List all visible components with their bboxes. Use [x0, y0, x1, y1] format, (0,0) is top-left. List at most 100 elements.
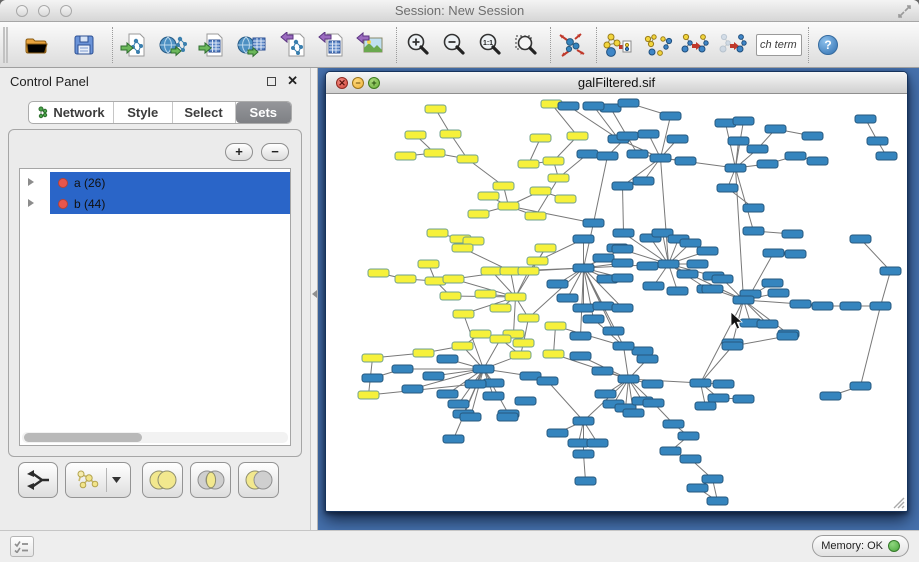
network-node[interactable]	[597, 152, 618, 160]
help-button[interactable]: ?	[818, 35, 838, 55]
network-node[interactable]	[680, 239, 701, 247]
network-node[interactable]	[612, 245, 633, 253]
network-node[interactable]	[592, 367, 613, 375]
open-session-button[interactable]	[20, 28, 52, 62]
create-network-from-set-button[interactable]	[65, 462, 131, 498]
network-node[interactable]	[510, 351, 531, 359]
network-node[interactable]	[867, 137, 888, 145]
network-node[interactable]	[785, 152, 806, 160]
split-set-button[interactable]	[18, 462, 58, 498]
network-node[interactable]	[535, 244, 556, 252]
network-node[interactable]	[452, 342, 473, 350]
network-frame[interactable]: ✕ − + galFiltered.sif	[325, 71, 908, 512]
network-node[interactable]	[545, 322, 566, 330]
network-node[interactable]	[395, 275, 416, 283]
network-node[interactable]	[443, 275, 464, 283]
network-node[interactable]	[618, 99, 639, 107]
network-node[interactable]	[612, 274, 633, 282]
network-node[interactable]	[483, 392, 504, 400]
network-node[interactable]	[660, 447, 681, 455]
network-edge[interactable]	[861, 239, 891, 271]
network-node[interactable]	[577, 150, 598, 158]
network-node[interactable]	[763, 249, 784, 257]
network-node[interactable]	[650, 154, 671, 162]
new-network-selected-nodes-button[interactable]	[680, 28, 712, 62]
network-edge[interactable]	[736, 168, 754, 231]
network-node[interactable]	[468, 210, 489, 218]
network-node[interactable]	[543, 350, 564, 358]
network-node[interactable]	[595, 390, 616, 398]
zoom-actual-size-button[interactable]: 1:1	[474, 28, 506, 62]
network-node[interactable]	[573, 235, 594, 243]
network-node[interactable]	[583, 102, 604, 110]
network-node[interactable]	[812, 302, 833, 310]
network-node[interactable]	[478, 192, 499, 200]
export-table-button[interactable]	[316, 28, 348, 62]
list-item[interactable]: b (44)	[20, 193, 290, 214]
network-node[interactable]	[678, 432, 699, 440]
memory-status-button[interactable]: Memory: OK	[812, 535, 909, 557]
network-node[interactable]	[457, 155, 478, 163]
network-node[interactable]	[777, 332, 798, 340]
network-node[interactable]	[658, 260, 679, 268]
network-node[interactable]	[643, 282, 664, 290]
network-node[interactable]	[368, 269, 389, 277]
network-node[interactable]	[543, 157, 564, 165]
network-node[interactable]	[675, 157, 696, 165]
network-node[interactable]	[697, 247, 718, 255]
export-network-button[interactable]	[278, 28, 310, 62]
network-edge[interactable]	[611, 108, 638, 154]
close-panel-icon[interactable]: ✕	[287, 73, 298, 89]
network-node[interactable]	[637, 355, 658, 363]
network-node[interactable]	[573, 417, 594, 425]
zoom-in-button[interactable]	[402, 28, 434, 62]
expand-triangle-icon[interactable]	[28, 178, 34, 186]
network-view[interactable]	[326, 95, 907, 511]
network-frame-titlebar[interactable]: ✕ − + galFiltered.sif	[326, 72, 907, 94]
network-node[interactable]	[505, 293, 526, 301]
network-node[interactable]	[728, 137, 749, 145]
network-node[interactable]	[425, 105, 446, 113]
network-edge[interactable]	[661, 158, 736, 168]
fullscreen-icon[interactable]	[898, 5, 911, 18]
network-node[interactable]	[743, 204, 764, 212]
network-node[interactable]	[612, 304, 633, 312]
network-edge[interactable]	[509, 206, 594, 223]
network-node[interactable]	[570, 352, 591, 360]
tab-sets[interactable]: Sets	[236, 102, 291, 123]
network-node[interactable]	[537, 377, 558, 385]
list-item[interactable]: a (26)	[20, 172, 290, 193]
tab-style[interactable]: Style	[114, 102, 173, 123]
network-node[interactable]	[762, 279, 783, 287]
import-network-file-button[interactable]	[118, 28, 150, 62]
network-node[interactable]	[362, 374, 383, 382]
network-edge[interactable]	[624, 346, 629, 379]
network-node[interactable]	[680, 455, 701, 463]
network-node[interactable]	[593, 254, 614, 262]
network-node[interactable]	[807, 157, 828, 165]
network-node[interactable]	[855, 115, 876, 123]
network-node[interactable]	[790, 300, 811, 308]
network-node[interactable]	[530, 187, 551, 195]
tab-select[interactable]: Select	[173, 102, 236, 123]
network-node[interactable]	[424, 149, 445, 157]
network-node[interactable]	[490, 335, 511, 343]
network-node[interactable]	[573, 450, 594, 458]
network-node[interactable]	[418, 260, 439, 268]
network-node[interactable]	[677, 270, 698, 278]
network-node[interactable]	[870, 302, 891, 310]
network-node[interactable]	[405, 131, 426, 139]
network-node[interactable]	[782, 230, 803, 238]
network-node[interactable]	[452, 244, 473, 252]
network-node[interactable]	[448, 400, 469, 408]
network-node[interactable]	[612, 259, 633, 267]
network-node[interactable]	[768, 289, 789, 297]
remove-set-button[interactable]: −	[261, 143, 289, 161]
network-edge[interactable]	[744, 300, 789, 334]
network-node[interactable]	[733, 117, 754, 125]
network-node[interactable]	[713, 380, 734, 388]
network-node[interactable]	[638, 130, 659, 138]
network-node[interactable]	[747, 145, 768, 153]
network-node[interactable]	[555, 195, 576, 203]
network-node[interactable]	[785, 250, 806, 258]
